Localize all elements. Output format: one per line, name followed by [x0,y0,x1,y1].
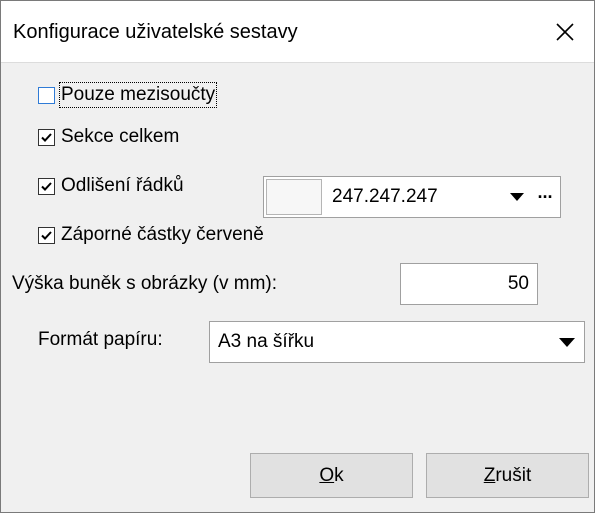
close-icon [556,22,574,41]
checkbox-label: Záporné částky červeně [61,224,264,245]
checkbox-label: Odlišení řádků [61,175,184,196]
ok-button[interactable]: Ok [250,453,413,498]
image-cell-height-label: Výška buněk s obrázky (v mm): [12,273,278,294]
row-color-picker[interactable]: 247.247.247 ··· [263,176,561,218]
chevron-down-icon [559,337,575,347]
title-bar: Konfigurace uživatelské sestavy [1,1,594,62]
close-button[interactable] [536,1,594,62]
paper-format-select[interactable]: A3 na šířku [209,321,585,363]
checkbox-section-totals[interactable]: Sekce celkem [38,122,179,152]
cancel-button[interactable]: Zrušit [426,453,589,498]
color-more-button[interactable]: ··· [530,177,560,217]
checkbox-box[interactable] [38,177,55,195]
checkbox-label: Pouze mezisoučty [58,82,218,108]
ok-label-rest: k [334,464,344,486]
checkbox-row-highlight[interactable]: Odlišení řádků [38,171,184,201]
checkbox-box[interactable] [38,86,55,104]
paper-format-value: A3 na šířku [218,331,315,352]
paper-format-dropdown-button[interactable] [550,322,584,362]
checkbox-subtotals-only[interactable]: Pouze mezisoučty [38,80,218,110]
checkmark-icon [41,181,52,191]
checkmark-icon [41,230,52,240]
dialog-window: Konfigurace uživatelské sestavy Pouze me… [0,0,595,513]
color-value: 247.247.247 [332,186,438,207]
dialog-title: Konfigurace uživatelské sestavy [13,21,298,43]
checkbox-box[interactable] [38,128,55,146]
dialog-body: Pouze mezisoučty Sekce celkem Odlišení ř… [1,62,594,512]
chevron-down-icon [510,193,524,201]
checkmark-icon [41,132,52,142]
checkbox-negative-red[interactable]: Záporné částky červeně [38,220,264,250]
cancel-label-rest: rušit [495,464,532,486]
color-dropdown-button[interactable] [504,177,530,217]
image-cell-height-input[interactable] [400,263,538,305]
checkbox-box[interactable] [38,226,55,244]
color-swatch [266,179,322,215]
checkbox-label: Sekce celkem [61,126,180,147]
ok-mnemonic: O [319,464,335,486]
cancel-mnemonic: Z [483,464,496,486]
paper-format-label: Formát papíru: [38,329,163,350]
